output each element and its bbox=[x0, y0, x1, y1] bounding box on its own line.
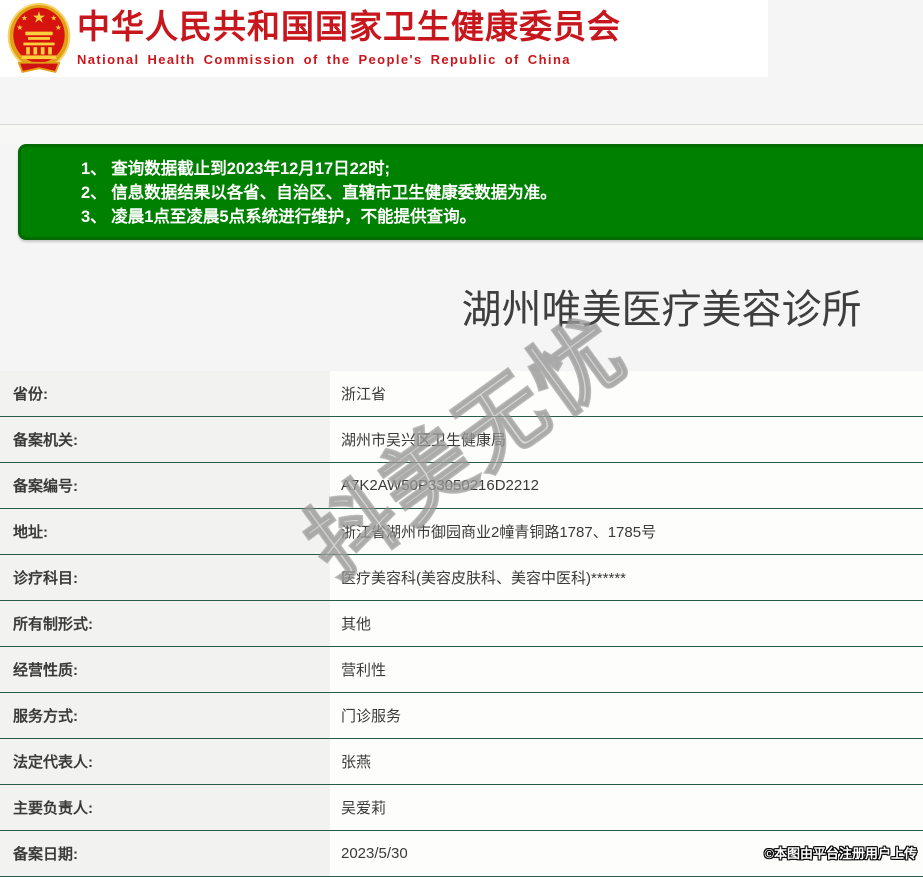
field-value: 营利性 bbox=[330, 647, 923, 692]
table-row-address: 地址: 浙江省湖州市御园商业2幢青铜路1787、1785号 bbox=[0, 509, 923, 555]
institution-name-title: 湖州唯美医疗美容诊所 bbox=[461, 288, 862, 332]
field-label: 地址: bbox=[0, 509, 330, 554]
field-value: 湖州市吴兴区卫生健康局 bbox=[330, 417, 923, 462]
field-label: 备案机关: bbox=[0, 417, 330, 462]
field-label: 诊疗科目: bbox=[0, 555, 330, 600]
copyright-watermark: ©本图由平台注册用户上传 bbox=[764, 846, 917, 861]
table-row-main-responsible-person: 主要负责人: 吴爱莉 bbox=[0, 785, 923, 831]
china-national-emblem-icon: ★ ★ ★ ★ ★ bbox=[6, 2, 72, 79]
field-value: 门诊服务 bbox=[330, 693, 923, 738]
field-value: 其他 bbox=[330, 601, 923, 646]
table-row-ownership-form: 所有制形式: 其他 bbox=[0, 601, 923, 647]
field-value: 张燕 bbox=[330, 739, 923, 784]
field-label: 备案编号: bbox=[0, 463, 330, 508]
field-value: 吴爱莉 bbox=[330, 785, 923, 830]
table-row-filing-authority: 备案机关: 湖州市吴兴区卫生健康局 bbox=[0, 417, 923, 463]
table-row-service-mode: 服务方式: 门诊服务 bbox=[0, 693, 923, 739]
field-label: 经营性质: bbox=[0, 647, 330, 692]
field-label: 备案日期: bbox=[0, 831, 330, 876]
svg-text:★: ★ bbox=[21, 13, 28, 22]
query-notice-box: 1、 查询数据截止到2023年12月17日22时; 2、 信息数据结果以各省、自… bbox=[18, 144, 923, 240]
field-label: 服务方式: bbox=[0, 693, 330, 738]
field-value: 浙江省 bbox=[330, 371, 923, 416]
site-title-chinese: 中华人民共和国国家卫生健康委员会 bbox=[77, 8, 621, 46]
field-value: 医疗美容科(美容皮肤科、美容中医科)****** bbox=[330, 555, 923, 600]
record-table: 省份: 浙江省 备案机关: 湖州市吴兴区卫生健康局 备案编号: A7K2AW50… bbox=[0, 371, 923, 877]
field-label: 主要负责人: bbox=[0, 785, 330, 830]
field-label: 法定代表人: bbox=[0, 739, 330, 784]
svg-text:★: ★ bbox=[16, 22, 23, 31]
site-header: ★ ★ ★ ★ ★ 中华人民共和国国家卫生健康委员会 National Heal… bbox=[0, 0, 768, 77]
notice-line-2: 2、 信息数据结果以各省、自治区、直辖市卫生健康委数据为准。 bbox=[81, 184, 557, 202]
field-value: A7K2AW50P33050216D2212 bbox=[330, 463, 923, 508]
table-row-business-nature: 经营性质: 营利性 bbox=[0, 647, 923, 693]
divider-band bbox=[0, 125, 923, 144]
svg-text:★: ★ bbox=[50, 13, 57, 22]
site-title-english: National Health Commission of the People… bbox=[77, 51, 571, 67]
notice-line-3: 3、 凌晨1点至凌晨5点系统进行维护，不能提供查询。 bbox=[81, 208, 477, 226]
table-row-legal-representative: 法定代表人: 张燕 bbox=[0, 739, 923, 785]
table-row-province: 省份: 浙江省 bbox=[0, 371, 923, 417]
field-label: 省份: bbox=[0, 371, 330, 416]
table-row-treatment-subjects: 诊疗科目: 医疗美容科(美容皮肤科、美容中医科)****** bbox=[0, 555, 923, 601]
svg-text:★: ★ bbox=[32, 9, 46, 26]
field-label: 所有制形式: bbox=[0, 601, 330, 646]
table-row-filing-number: 备案编号: A7K2AW50P33050216D2212 bbox=[0, 463, 923, 509]
notice-line-1: 1、 查询数据截止到2023年12月17日22时; bbox=[81, 160, 391, 178]
svg-text:★: ★ bbox=[55, 22, 62, 31]
header-titles: 中华人民共和国国家卫生健康委员会 National Health Commiss… bbox=[77, 10, 621, 67]
nhc-query-result-page: { "header": { "emblem_icon": "china-nati… bbox=[0, 0, 923, 877]
field-value: 浙江省湖州市御园商业2幢青铜路1787、1785号 bbox=[330, 509, 923, 554]
